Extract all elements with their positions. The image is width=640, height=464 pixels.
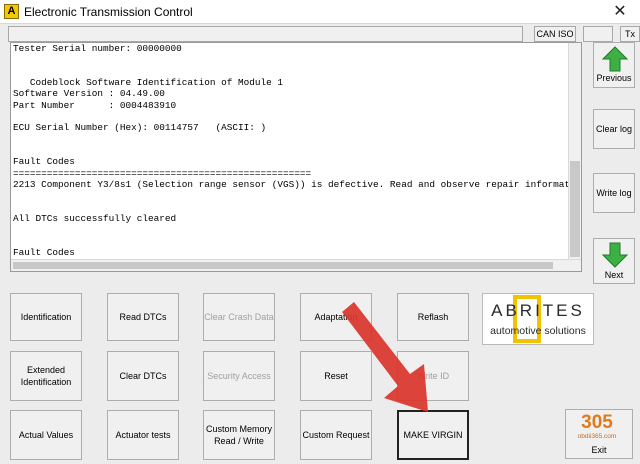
vertical-scrollbar[interactable] bbox=[568, 43, 581, 261]
previous-label: Previous bbox=[596, 73, 632, 83]
actual-values-button[interactable]: Actual Values bbox=[10, 410, 82, 460]
log-line[interactable] bbox=[11, 111, 569, 122]
status-field-main bbox=[8, 26, 523, 42]
close-icon[interactable]: ✕ bbox=[610, 2, 630, 22]
watermark-site: obdii365.com bbox=[578, 433, 617, 440]
app-icon: A bbox=[4, 4, 19, 19]
previous-button[interactable]: Previous bbox=[593, 42, 635, 88]
identification-button[interactable]: Identification bbox=[10, 293, 82, 341]
status-bar: CAN ISO Tx bbox=[8, 26, 640, 42]
horizontal-scroll-thumb[interactable] bbox=[13, 262, 553, 269]
log-line[interactable]: Tester Serial number: 00000000 bbox=[11, 43, 569, 54]
title-bar: A Electronic Transmission Control ✕ bbox=[0, 0, 640, 24]
log-lines: Tester Serial number: 00000000 Codeblock… bbox=[11, 43, 569, 271]
write-log-label: Write log bbox=[596, 188, 632, 198]
clear-log-label: Clear log bbox=[595, 124, 633, 134]
custom-request-button[interactable]: Custom Request bbox=[300, 410, 372, 460]
green-down-arrow-icon bbox=[602, 242, 628, 268]
tx-indicator: Tx bbox=[620, 26, 640, 42]
log-line[interactable]: Software Version : 04.49.00 bbox=[11, 88, 569, 99]
log-line[interactable]: Codeblock Software Identification of Mod… bbox=[11, 77, 569, 88]
log-line[interactable]: ========================================… bbox=[11, 168, 569, 179]
custom-memory-button[interactable]: Custom Memory Read / Write bbox=[203, 410, 275, 460]
log-panel[interactable]: Tester Serial number: 00000000 Codeblock… bbox=[10, 42, 582, 272]
log-line[interactable] bbox=[11, 145, 569, 156]
log-line[interactable] bbox=[11, 202, 569, 213]
logo-wordmark: ABRITES bbox=[491, 301, 585, 320]
actuator-tests-button[interactable]: Actuator tests bbox=[107, 410, 179, 460]
log-line[interactable] bbox=[11, 225, 569, 236]
log-line[interactable] bbox=[11, 134, 569, 145]
log-line[interactable] bbox=[11, 66, 569, 77]
log-line[interactable] bbox=[11, 236, 569, 247]
horizontal-scrollbar[interactable] bbox=[11, 259, 581, 271]
log-line[interactable]: ECU Serial Number (Hex): 00114757 (ASCII… bbox=[11, 122, 569, 133]
write-log-button[interactable]: Write log bbox=[593, 173, 635, 213]
log-line[interactable]: All DTCs successfully cleared bbox=[11, 213, 569, 224]
next-button[interactable]: Next bbox=[593, 238, 635, 284]
clear-crash-data-button[interactable]: Clear Crash Data bbox=[203, 293, 275, 341]
status-field-blank bbox=[583, 26, 613, 42]
window-title: Electronic Transmission Control bbox=[24, 5, 193, 19]
next-label: Next bbox=[604, 270, 624, 280]
security-access-button[interactable]: Security Access bbox=[203, 351, 275, 401]
log-line[interactable]: Part Number : 0004483910 bbox=[11, 100, 569, 111]
read-dtcs-button[interactable]: Read DTCs bbox=[107, 293, 179, 341]
green-up-arrow-icon bbox=[602, 46, 628, 72]
annotation-arrow-icon bbox=[342, 302, 428, 412]
make-virgin-button[interactable]: MAKE VIRGIN bbox=[397, 410, 469, 460]
abrites-logo-graphic: ABRITES automotive solutions bbox=[490, 295, 586, 343]
watermark-logo: 305 obdii365.com bbox=[578, 412, 617, 440]
log-line[interactable] bbox=[11, 54, 569, 65]
watermark-number: 305 bbox=[581, 412, 613, 433]
clear-log-button[interactable]: Clear log bbox=[593, 109, 635, 149]
abrites-logo: ABRITES automotive solutions bbox=[482, 293, 594, 345]
log-line[interactable]: 2213 Component Y3/8s1 (Selection range s… bbox=[11, 179, 569, 190]
log-line[interactable]: Fault Codes bbox=[11, 247, 569, 258]
vertical-scroll-thumb[interactable] bbox=[570, 161, 580, 257]
log-line[interactable]: Fault Codes bbox=[11, 156, 569, 167]
extended-identification-button[interactable]: Extended Identification bbox=[10, 351, 82, 401]
protocol-indicator: CAN ISO bbox=[534, 26, 576, 42]
logo-tagline: automotive solutions bbox=[490, 325, 586, 337]
clear-dtcs-button[interactable]: Clear DTCs bbox=[107, 351, 179, 401]
exit-label: Exit bbox=[591, 445, 607, 455]
log-line[interactable] bbox=[11, 190, 569, 201]
